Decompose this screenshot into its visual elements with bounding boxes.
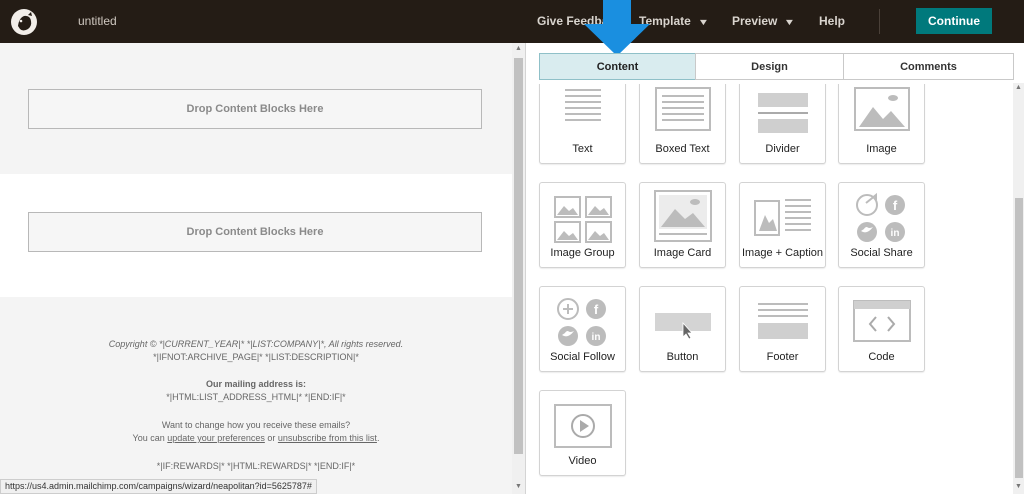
content-blocks-grid: Text Boxed Text Divider Image Image Grou…	[526, 84, 1013, 494]
chevron-down-icon: ▼	[697, 17, 710, 27]
image-card-block-icon	[653, 190, 712, 242]
mailchimp-logo-icon[interactable]	[9, 7, 39, 37]
svg-text:in: in	[591, 332, 600, 343]
footer-or: or	[267, 433, 276, 443]
svg-text:f: f	[892, 198, 897, 213]
block-video[interactable]: Video	[539, 390, 626, 476]
block-image[interactable]: Image	[838, 84, 925, 164]
canvas-scroll-thumb[interactable]	[514, 58, 523, 454]
preview-menu-label: Preview	[732, 14, 778, 28]
social-follow-block-icon: f in	[556, 298, 606, 346]
scroll-up-icon[interactable]: ▲	[1015, 84, 1022, 91]
chevron-down-icon: ▼	[784, 17, 796, 27]
block-image-group[interactable]: Image Group	[539, 182, 626, 268]
block-button[interactable]: Button	[639, 286, 726, 372]
blocks-scroll-thumb[interactable]	[1015, 198, 1023, 478]
tab-content[interactable]: Content	[539, 53, 696, 80]
blue-down-arrow-icon	[584, 0, 650, 56]
block-label: Code	[868, 351, 895, 363]
block-boxed-text[interactable]: Boxed Text	[639, 84, 726, 164]
scroll-up-icon[interactable]: ▲	[515, 45, 522, 52]
blocks-scrollbar[interactable]: ▲ ▼	[1013, 83, 1024, 494]
image-caption-block-icon	[753, 199, 811, 236]
email-canvas: Drop Content Blocks Here Drop Content Bl…	[0, 43, 512, 494]
boxed-text-block-icon	[654, 87, 711, 131]
block-label: Social Share	[850, 247, 913, 259]
block-label: Social Follow	[550, 351, 615, 363]
footer-preferences-line: You can update your preferences or unsub…	[132, 433, 380, 443]
block-label: Button	[666, 351, 699, 363]
drop-zone-top[interactable]: Drop Content Blocks Here	[28, 89, 482, 129]
svg-text:f: f	[593, 302, 598, 317]
campaign-title[interactable]: untitled	[78, 14, 117, 28]
body-section: Drop Content Blocks Here	[0, 174, 512, 297]
block-label: Image + Caption	[741, 247, 824, 259]
footer-block-icon	[757, 303, 808, 339]
block-label: Boxed Text	[655, 143, 710, 155]
scroll-down-icon[interactable]: ▼	[1015, 483, 1022, 490]
block-social-share[interactable]: f in Social Share	[838, 182, 925, 268]
continue-button[interactable]: Continue	[916, 8, 992, 34]
tab-design[interactable]: Design	[695, 53, 844, 80]
svg-text:in: in	[890, 228, 899, 239]
block-label: Footer	[766, 351, 799, 363]
help-link[interactable]: Help	[819, 14, 845, 28]
scroll-down-icon[interactable]: ▼	[515, 483, 522, 490]
canvas-scrollbar[interactable]: ▲ ▼	[512, 43, 525, 494]
video-block-icon	[553, 404, 612, 448]
unsubscribe-link[interactable]: unsubscribe from this list	[278, 433, 377, 443]
share-icon	[855, 194, 878, 216]
block-label: Image Card	[653, 247, 712, 259]
footer-rewards: *|IF:REWARDS|* *|HTML:REWARDS|* *|END:IF…	[156, 461, 356, 471]
block-social-follow[interactable]: f in Social Follow	[539, 286, 626, 372]
text-block-icon	[564, 89, 601, 121]
block-footer[interactable]: Footer	[739, 286, 826, 372]
block-label: Text	[572, 143, 593, 155]
update-preferences-link[interactable]: update your preferences	[167, 433, 265, 443]
block-divider[interactable]: Divider	[739, 84, 826, 164]
social-share-block-icon: f in	[855, 192, 905, 242]
tab-comments[interactable]: Comments	[843, 53, 1014, 80]
code-block-icon	[852, 300, 911, 342]
footer-archive: *|IFNOT:ARCHIVE_PAGE|* *|LIST:DESCRIPTIO…	[153, 352, 359, 362]
footer-mailing-heading: Our mailing address is:	[205, 379, 307, 389]
footer-copyright: Copyright © *|CURRENT_YEAR|* *|LIST:COMP…	[108, 339, 404, 349]
block-image-card[interactable]: Image Card	[639, 182, 726, 268]
preview-menu[interactable]: Preview ▼	[732, 14, 796, 28]
image-group-block-icon	[553, 196, 612, 243]
block-text[interactable]: Text	[539, 84, 626, 164]
drop-zone-body[interactable]: Drop Content Blocks Here	[28, 212, 482, 252]
block-label: Image	[866, 143, 897, 155]
block-label: Divider	[765, 143, 800, 155]
block-label: Image Group	[550, 247, 615, 259]
footer-mailing-value: *|HTML:LIST_ADDRESS_HTML|* *|END:IF|*	[166, 392, 346, 402]
top-bar: untitled Give Feedback Template ▼ Preview…	[0, 0, 1024, 43]
divider-block-icon	[757, 93, 808, 133]
nav-divider	[879, 9, 880, 34]
block-code[interactable]: Code	[838, 286, 925, 372]
image-block-icon	[853, 87, 910, 131]
status-bar-url: https://us4.admin.mailchimp.com/campaign…	[0, 479, 317, 494]
block-image-caption[interactable]: Image + Caption	[739, 182, 826, 268]
footer-you-can: You can	[132, 433, 165, 443]
editor-tabs: Content Design Comments	[539, 53, 1014, 80]
footer-change-question: Want to change how you receive these ema…	[161, 420, 351, 430]
block-label: Video	[568, 455, 597, 467]
